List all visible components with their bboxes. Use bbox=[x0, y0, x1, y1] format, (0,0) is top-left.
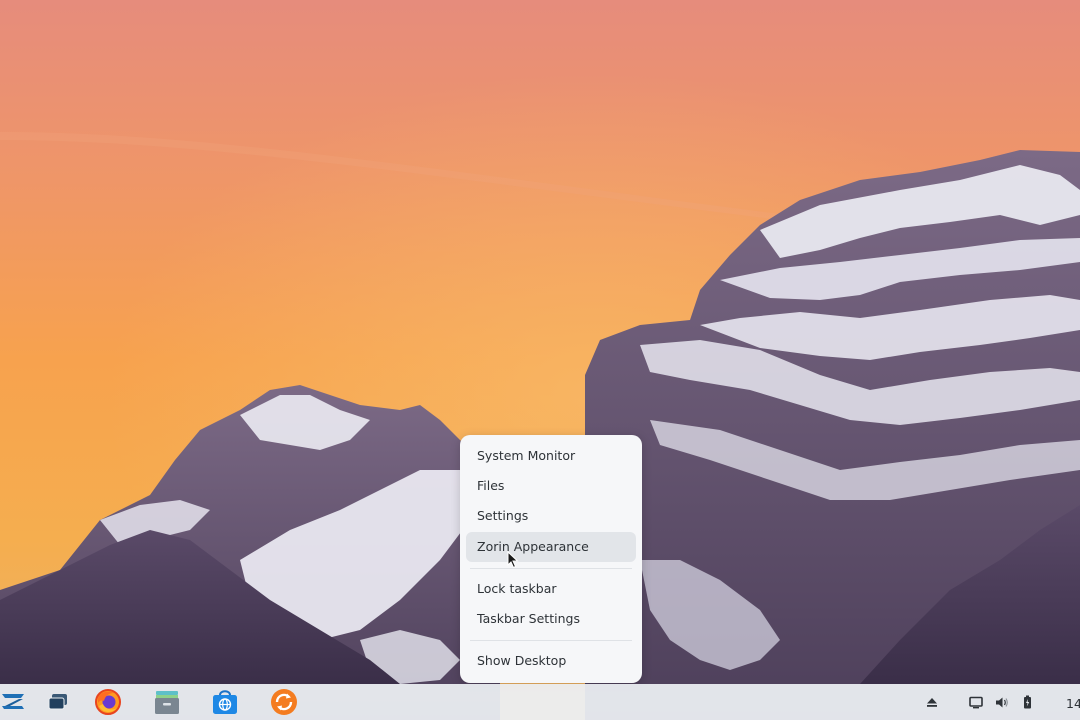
software-store-icon[interactable] bbox=[210, 684, 240, 720]
display-icon[interactable] bbox=[967, 684, 985, 720]
menu-item-lock-taskbar[interactable]: Lock taskbar bbox=[466, 574, 636, 604]
mouse-cursor-icon bbox=[507, 551, 519, 569]
clock[interactable]: 14 bbox=[1066, 684, 1080, 720]
taskbar-context-menu: System Monitor Files Settings Zorin Appe… bbox=[460, 435, 642, 683]
battery-icon[interactable] bbox=[1019, 684, 1035, 720]
menu-item-settings[interactable]: Settings bbox=[466, 501, 636, 531]
menu-separator bbox=[470, 640, 632, 641]
workspaces-icon[interactable] bbox=[45, 684, 71, 720]
desktop[interactable]: System Monitor Files Settings Zorin Appe… bbox=[0, 0, 1080, 720]
zorin-menu-icon[interactable] bbox=[0, 684, 26, 720]
menu-item-zorin-appearance[interactable]: Zorin Appearance bbox=[466, 532, 636, 562]
files-icon[interactable] bbox=[151, 684, 183, 720]
menu-item-system-monitor[interactable]: System Monitor bbox=[466, 441, 636, 471]
menu-item-taskbar-settings[interactable]: Taskbar Settings bbox=[466, 604, 636, 634]
eject-icon[interactable] bbox=[924, 684, 940, 720]
taskbar[interactable]: 14 bbox=[0, 684, 1080, 720]
menu-separator bbox=[470, 568, 632, 569]
menu-item-files[interactable]: Files bbox=[466, 471, 636, 501]
firefox-icon[interactable] bbox=[93, 684, 123, 720]
volume-icon[interactable] bbox=[993, 684, 1011, 720]
menu-item-show-desktop[interactable]: Show Desktop bbox=[466, 646, 636, 676]
software-updater-icon[interactable] bbox=[269, 684, 299, 720]
